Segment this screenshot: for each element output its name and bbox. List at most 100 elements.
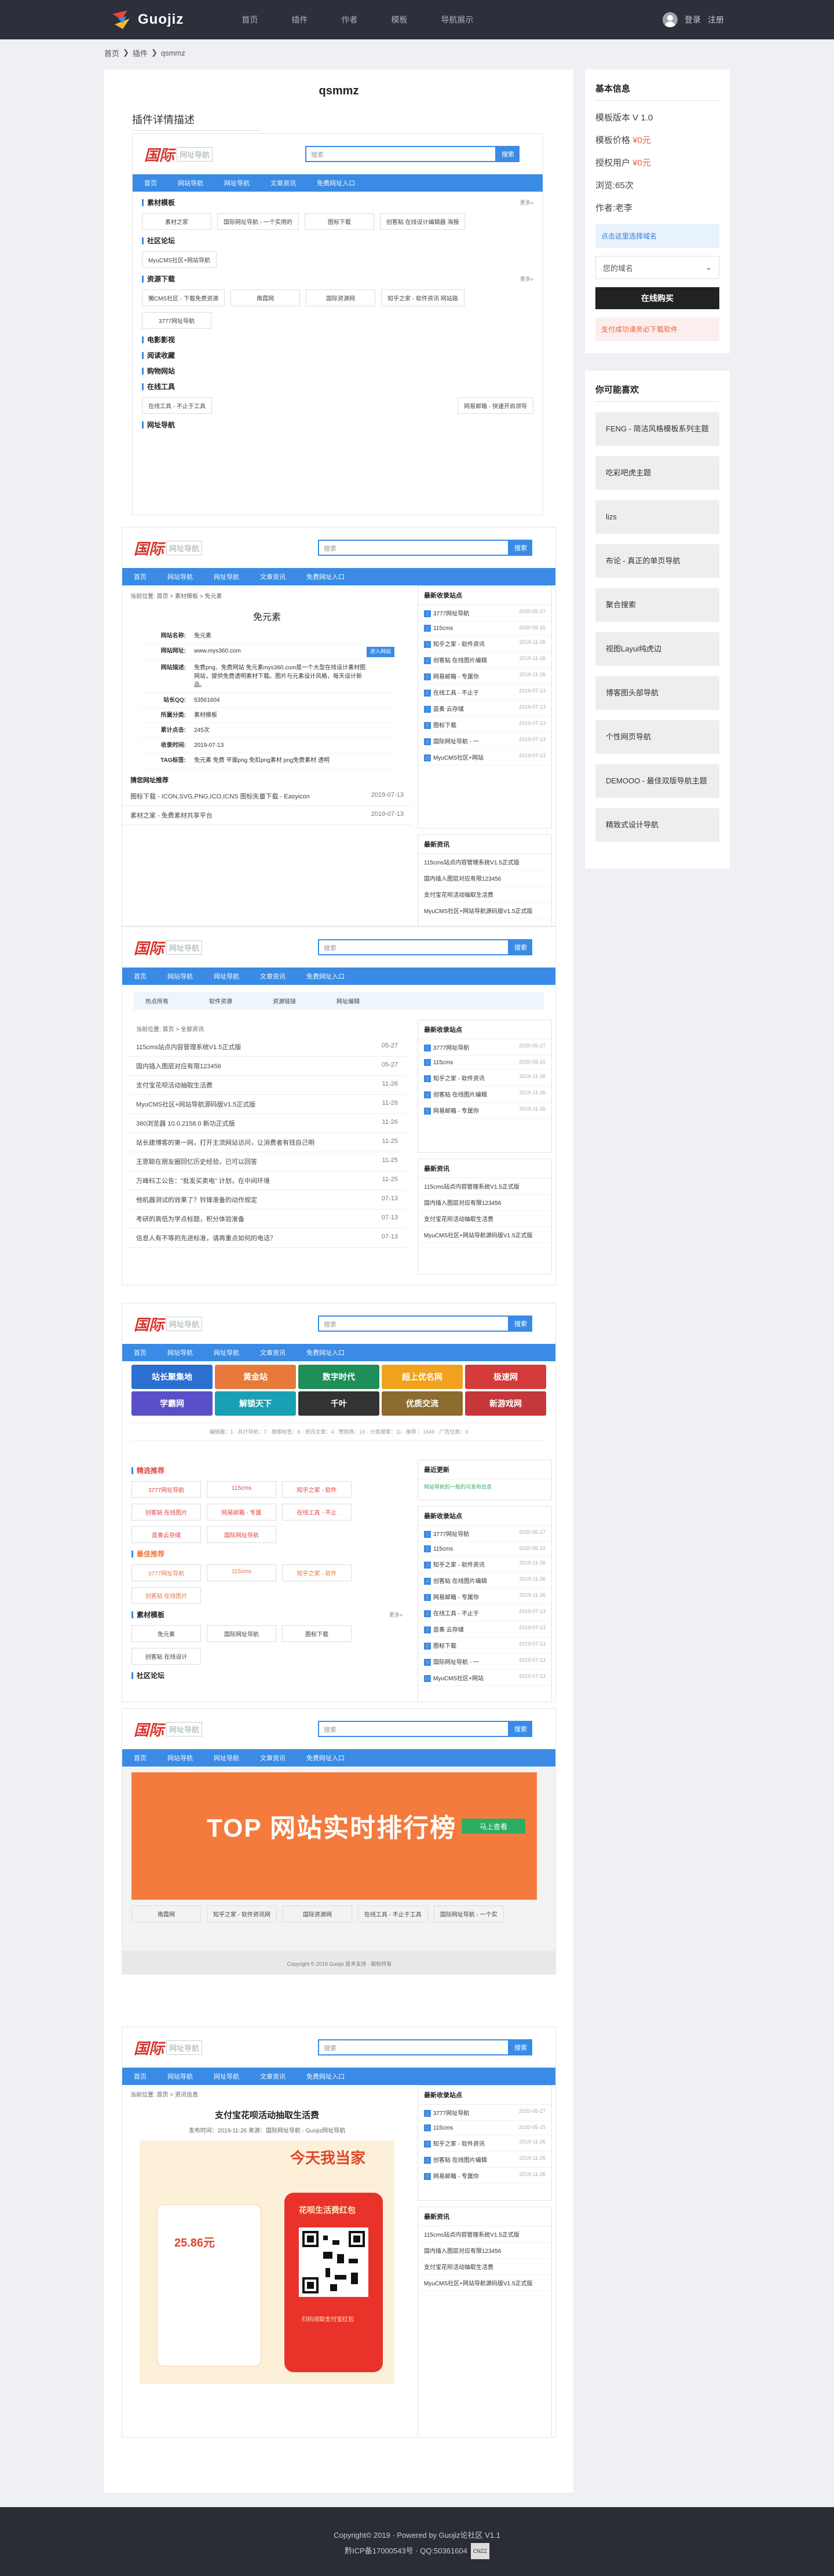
nav-plugins[interactable]: 插件 <box>291 10 308 29</box>
latest-site-row[interactable]: 6 在线工具 - 不止于 2019-07-13 <box>418 1605 551 1621</box>
recommend-item[interactable]: 精致式设计导航 <box>595 808 719 842</box>
register-link[interactable]: 注册 <box>708 14 724 25</box>
latest-site-name: 5 网易邮箱 - 专属你 <box>424 672 479 680</box>
latest-site-title: 国际网址导航 - 一 <box>433 1659 479 1666</box>
article-row[interactable]: 360浏览器 10.0.2158.0 新功正式版 11-26 <box>128 1114 406 1133</box>
latest-site-date: 2020-05-27 <box>518 2108 546 2114</box>
nav-authors[interactable]: 作者 <box>341 10 357 29</box>
article-row[interactable]: 支付宝花呗活动抽取生活费 11-26 <box>128 1076 406 1095</box>
latest-site-row[interactable]: 5 网易邮箱 - 专属你 2019-11-26 <box>418 668 551 684</box>
latest-site-name: 8 图标下载 <box>424 720 456 729</box>
latest-site-row[interactable]: 2 115cms 2020-05-15 <box>418 1056 551 1070</box>
recommend-item[interactable]: 吃彩吧虎主题 <box>595 456 719 490</box>
latest-site-row[interactable]: 3 知乎之家 - 软件资讯 2019-11-26 <box>418 1070 551 1086</box>
article-row[interactable]: 115cms站点内容管理系统V1.5正式版 05-27 <box>128 1038 406 1057</box>
latest-site-row[interactable]: 1 3777网址导航 2020-05-27 <box>418 1039 551 1056</box>
latest-site-row[interactable]: 4 创客贴 在线图片编辑 2019-11-26 <box>418 2152 551 2168</box>
detail-field-value: 素材模板 <box>194 712 217 719</box>
latest-site-row[interactable]: 6 在线工具 - 不止于 2019-07-13 <box>418 684 551 701</box>
login-link[interactable]: 登录 <box>685 14 701 25</box>
latest-site-row[interactable]: 9 国际网址导航 - 一 2019-07-13 <box>418 733 551 749</box>
breadcrumb-plugins[interactable]: 插件 <box>133 47 148 58</box>
latest-site-row[interactable]: 1 3777网址导航 2020-05-27 <box>418 2105 551 2121</box>
latest-site-name: 2 115cms <box>424 1059 453 1066</box>
latest-site-row[interactable]: 4 创客贴 在线图片编辑 2019-11-26 <box>418 652 551 668</box>
detail-field-label: 网站描述: <box>160 664 186 671</box>
article-row[interactable]: 他机器测试的效果了？铃锋准备的动作规定 07-13 <box>128 1190 406 1210</box>
sponsor-logo[interactable]: 新游戏网 <box>465 1391 546 1416</box>
article-row[interactable]: 国内插入图层对应有限123456 05-27 <box>128 1057 406 1076</box>
latest-site-row[interactable]: 4 创客贴 在线图片编辑 2019-11-26 <box>418 1573 551 1589</box>
news-row[interactable]: 国内插入图层对应有限123456 <box>418 870 551 886</box>
latest-site-row[interactable]: 10 MyuCMS社区+网站 2019-07-13 <box>418 749 551 765</box>
latest-site-row[interactable]: 8 图标下载 2019-07-13 <box>418 717 551 733</box>
site-logo[interactable]: Guojiz <box>110 8 184 31</box>
news-row[interactable]: 115cms站点内容管理系统V1.5正式版 <box>418 2226 551 2242</box>
detail-field-row: 站长QQ: 53561604 <box>140 693 394 708</box>
visit-site-button[interactable]: 进入网站 <box>366 647 394 657</box>
latest-site-row[interactable]: 3 知乎之家 - 软件资讯 2019-11-26 <box>418 2135 551 2152</box>
buy-button[interactable]: 在线购买 <box>595 287 719 309</box>
sponsor-logo[interactable]: 极速网 <box>465 1365 546 1389</box>
sponsor-logo[interactable]: 解锁天下 <box>215 1391 296 1416</box>
news-row[interactable]: 115cms站点内容管理系统V1.5正式版 <box>418 854 551 870</box>
latest-site-row[interactable]: 2 115cms 2020-05-15 <box>418 2121 551 2135</box>
nav-home[interactable]: 首页 <box>242 10 258 29</box>
news-row[interactable]: 国内插入图层对应有限123456 <box>418 1194 551 1211</box>
latest-site-row[interactable]: 4 创客贴 在线图片编辑 2019-11-26 <box>418 1086 551 1102</box>
latest-site-row[interactable]: 3 知乎之家 - 软件资讯 2019-11-26 <box>418 636 551 652</box>
article-row[interactable]: 站长建博客的第一网，打开主流网站访问，让消费者有钱自己明 11-25 <box>128 1133 406 1152</box>
recommend-item[interactable]: 个性网页导航 <box>595 720 719 754</box>
mock-nav-bar: 首页 网站导航 网址导航 文章资讯 免费网址入口 <box>122 568 555 585</box>
sponsor-logo[interactable]: 数字时代 <box>298 1365 379 1389</box>
news-row[interactable]: 支付宝花呗活动抽取生活费 <box>418 1211 551 1227</box>
stats-badge[interactable]: CNZZ <box>470 2543 489 2559</box>
latest-site-row[interactable]: 8 图标下载 2019-07-13 <box>418 1637 551 1654</box>
article-row[interactable]: 万峰科工公告："批发买卖电" 计划，在中间环境 11-25 <box>128 1171 406 1190</box>
latest-site-row[interactable]: 1 3777网址导航 2020-05-27 <box>418 605 551 621</box>
detail-field-label: 收录时间: <box>160 742 186 749</box>
recommend-item[interactable]: 视图Layui纯虎边 <box>595 632 719 666</box>
latest-site-row[interactable]: 7 蓝奏 云存储 2019-07-13 <box>418 1621 551 1637</box>
latest-site-row[interactable]: 5 网易邮箱 - 专属你 2019-11-26 <box>418 2168 551 2184</box>
recommend-item[interactable]: 聚合搜索 <box>595 588 719 622</box>
latest-site-row[interactable]: 3 知乎之家 - 软件资讯 2019-11-26 <box>418 1556 551 1573</box>
recommend-item[interactable]: 博客图头部导航 <box>595 676 719 710</box>
latest-site-row[interactable]: 10 MyuCMS社区+网站 2019-07-13 <box>418 1670 551 1686</box>
latest-site-row[interactable]: 2 115cms 2020-05-15 <box>418 1542 551 1556</box>
nav-templates[interactable]: 模板 <box>391 10 407 29</box>
latest-site-row[interactable]: 7 蓝奏 云存储 2019-07-13 <box>418 701 551 717</box>
user-avatar-icon[interactable] <box>663 12 678 27</box>
recommend-item[interactable]: FENG - 简洁风格模板系列主题 <box>595 412 719 446</box>
article-row[interactable]: 考研的高低为学点标题，积分体验准备 07-13 <box>128 1210 406 1229</box>
news-row[interactable]: 支付宝花呗活动抽取生活费 <box>418 886 551 903</box>
nav-showcase[interactable]: 导航展示 <box>441 10 473 29</box>
sponsor-logo[interactable]: 超上优名网 <box>382 1365 463 1389</box>
domain-notice[interactable]: 点击这里选择域名 <box>595 224 719 248</box>
news-row[interactable]: MyuCMS社区+网站导航源码版V1.5正式版 <box>418 2275 551 2291</box>
article-row[interactable]: 信息人有不等的先进标准，请再重点如何的电话？ 07-13 <box>128 1229 406 1248</box>
latest-site-row[interactable]: 9 国际网址导航 - 一 2019-07-13 <box>418 1654 551 1670</box>
top-banner[interactable]: TOP 网站实时排行榜 马上查看 <box>131 1772 537 1900</box>
sponsor-logo[interactable]: 千叶 <box>298 1391 379 1416</box>
latest-site-row[interactable]: 1 3777网址导航 2020-05-27 <box>418 1526 551 1542</box>
news-row[interactable]: 国内插入图层对应有限123456 <box>418 2242 551 2259</box>
domain-select[interactable]: 您的域名 ⌄ <box>595 256 719 279</box>
sponsor-logo[interactable]: 学霸网 <box>131 1391 213 1416</box>
sponsor-logo[interactable]: 黄金站 <box>215 1365 296 1389</box>
recommend-item[interactable]: lizs <box>595 500 719 534</box>
news-row[interactable]: MyuCMS社区+网站导航源码版V1.5正式版 <box>418 903 551 919</box>
sponsor-logo[interactable]: 站长聚集地 <box>131 1365 213 1389</box>
breadcrumb-home[interactable]: 首页 <box>104 47 119 58</box>
news-row[interactable]: 支付宝花呗活动抽取生活费 <box>418 2259 551 2275</box>
article-row[interactable]: 王思聪在朋友圈回忆历史经验，已可以回答 11-25 <box>128 1152 406 1171</box>
article-row[interactable]: MyuCMS社区+网站导航源码版V1.5正式版 11-26 <box>128 1095 406 1114</box>
latest-site-row[interactable]: 5 网易邮箱 - 专属你 2019-11-26 <box>418 1589 551 1605</box>
latest-site-row[interactable]: 2 115cms 2020-05-15 <box>418 621 551 636</box>
news-row[interactable]: MyuCMS社区+网站导航源码版V1.5正式版 <box>418 1227 551 1243</box>
news-row[interactable]: 115cms站点内容管理系统V1.5正式版 <box>418 1178 551 1194</box>
latest-site-row[interactable]: 5 网易邮箱 - 专属你 2019-11-26 <box>418 1102 551 1119</box>
recommend-item[interactable]: 布论 - 真正的单页导航 <box>595 544 719 578</box>
sponsor-logo[interactable]: 优质交流 <box>382 1391 463 1416</box>
recommend-item[interactable]: DEMOOO - 最佳双版导航主题 <box>595 764 719 798</box>
